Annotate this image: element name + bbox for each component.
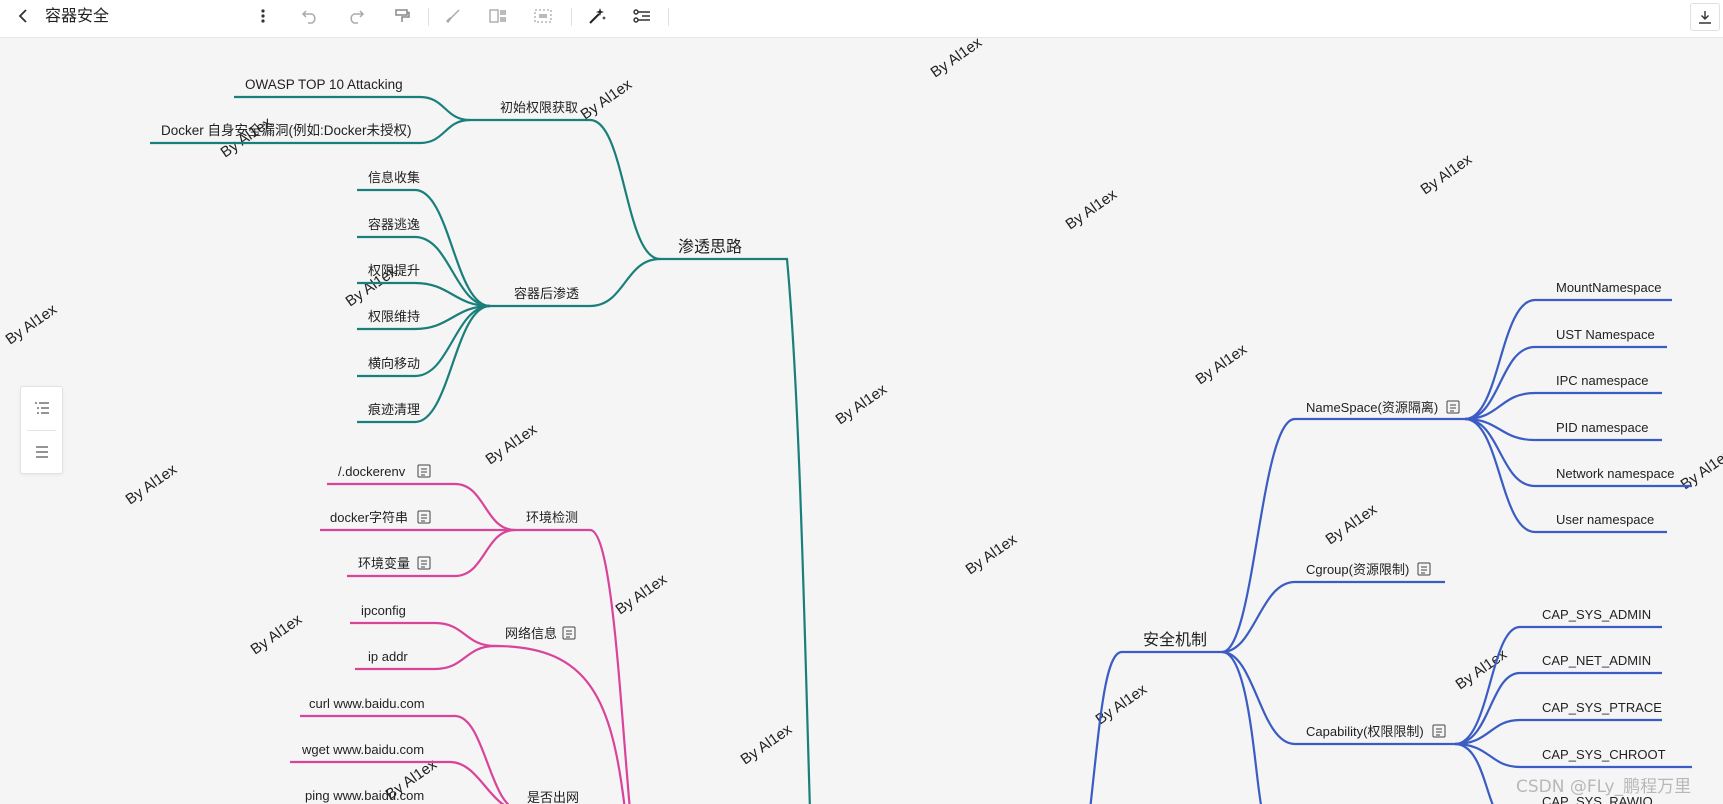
node-persistence[interactable]: 权限维持: [368, 309, 420, 324]
node-docker-string[interactable]: docker字符串: [330, 510, 408, 525]
connector: [1454, 718, 1662, 746]
node-curl[interactable]: curl www.baidu.com: [309, 696, 425, 711]
connector: [494, 644, 626, 804]
connector: [234, 95, 471, 122]
node-cap-net-admin[interactable]: CAP_NET_ADMIN: [1542, 653, 1651, 668]
node-pid-namespace[interactable]: PID namespace: [1556, 420, 1649, 435]
connector: [1464, 298, 1672, 421]
watermark: By Al1ex: [1323, 501, 1381, 549]
watermark: By Al1ex: [738, 721, 796, 769]
node-ust-namespace[interactable]: UST Namespace: [1556, 327, 1655, 342]
watermark-layer: By Al1ex By Al1ex By Al1ex By Al1ex By A…: [3, 37, 1723, 803]
node-ipconfig[interactable]: ipconfig: [361, 603, 406, 618]
note-icon[interactable]: [1432, 724, 1446, 738]
select-area-icon[interactable]: [529, 0, 557, 32]
node-cgroup[interactable]: Cgroup(资源限制): [1306, 562, 1409, 577]
watermark: By Al1ex: [928, 37, 986, 81]
note-icon[interactable]: [562, 626, 576, 640]
node-info-gathering[interactable]: 信息收集: [368, 170, 420, 185]
node-privilege-escalation[interactable]: 权限提升: [368, 263, 420, 278]
mindmap-canvas[interactable]: By Al1ex By Al1ex By Al1ex By Al1ex By A…: [0, 37, 1723, 804]
structure-icon[interactable]: [628, 0, 656, 32]
node-dockerenv[interactable]: /.dockerenv: [338, 464, 406, 479]
watermark: By Al1ex: [1063, 186, 1121, 234]
connector: [350, 621, 496, 648]
document-title: 容器安全: [45, 6, 110, 25]
note-icon[interactable]: [417, 556, 431, 570]
redo-icon[interactable]: [342, 0, 370, 32]
node-cap-sys-ptrace[interactable]: CAP_SYS_PTRACE: [1542, 700, 1662, 715]
more-vertical-icon[interactable]: [250, 0, 276, 32]
note-icon[interactable]: [1446, 400, 1460, 414]
node-container-escape[interactable]: 容器逃逸: [368, 217, 420, 232]
note-icon[interactable]: [417, 510, 431, 524]
node-docker-vuln[interactable]: Docker 自身安全漏洞(例如:Docker未授权): [161, 122, 412, 138]
branch-pentest: [150, 95, 811, 804]
node-ping[interactable]: ping www.baidu.com: [305, 788, 424, 803]
watermark: By Al1ex: [613, 571, 671, 619]
connector: [1454, 742, 1494, 804]
connector: [1464, 391, 1662, 421]
connector: [589, 257, 661, 308]
connector: [589, 528, 631, 804]
brush-icon[interactable]: [439, 0, 467, 32]
layout-icon[interactable]: [484, 0, 512, 32]
node-trace-cleanup[interactable]: 痕迹清理: [368, 402, 420, 417]
node-user-namespace[interactable]: User namespace: [1556, 512, 1654, 527]
node-cap-sys-chroot[interactable]: CAP_SYS_CHROOT: [1542, 747, 1666, 762]
node-env-vars[interactable]: 环境变量: [358, 556, 410, 571]
node-lateral-movement[interactable]: 横向移动: [368, 356, 420, 371]
watermark: By Al1ex: [578, 76, 636, 124]
node-owasp[interactable]: OWASP TOP 10 Attacking: [245, 77, 403, 92]
credit-watermark: CSDN @FLy_鹏程万里: [1516, 777, 1692, 797]
download-icon[interactable]: [1690, 3, 1720, 31]
watermark: By Al1ex: [1418, 151, 1476, 199]
undo-icon[interactable]: [296, 0, 324, 32]
connector: [1454, 625, 1662, 746]
connector: [1089, 650, 1222, 804]
toolbar: 容器安全: [0, 0, 1723, 38]
node-namespace[interactable]: NameSpace(资源隔离): [1306, 400, 1438, 415]
ai-magic-icon[interactable]: [583, 0, 611, 32]
toolbar-separator: [428, 8, 429, 26]
node-capability[interactable]: Capability(权限限制): [1306, 724, 1424, 739]
connector: [1221, 580, 1445, 654]
watermark: By Al1ex: [483, 421, 541, 469]
node-ip-addr[interactable]: ip addr: [368, 649, 408, 664]
toolbar-separator: [668, 8, 669, 26]
node-ipc-namespace[interactable]: IPC namespace: [1556, 373, 1649, 388]
watermark: By Al1ex: [1193, 341, 1251, 389]
node-security-root[interactable]: 安全机制: [1143, 631, 1207, 649]
watermark: By Al1ex: [963, 531, 1021, 579]
node-cap-sys-admin[interactable]: CAP_SYS_ADMIN: [1542, 607, 1651, 622]
watermark: By Al1ex: [3, 301, 61, 349]
node-wget[interactable]: wget www.baidu.com: [301, 742, 424, 757]
node-post-exploit[interactable]: 容器后渗透: [514, 286, 579, 301]
connector: [1221, 650, 1262, 804]
back-icon[interactable]: [10, 0, 38, 32]
watermark: By Al1ex: [123, 461, 181, 509]
toolbar-separator: [571, 8, 572, 26]
format-painter-icon[interactable]: [388, 0, 416, 32]
node-outbound[interactable]: 是否出网: [527, 790, 579, 804]
connector: [660, 257, 811, 804]
node-env-check[interactable]: 环境检测: [526, 510, 578, 525]
note-icon[interactable]: [1417, 562, 1431, 576]
watermark: By Al1ex: [248, 611, 306, 659]
watermark: By Al1ex: [833, 381, 891, 429]
node-net-info[interactable]: 网络信息: [505, 626, 557, 641]
node-network-namespace[interactable]: Network namespace: [1556, 466, 1675, 481]
node-mount-namespace[interactable]: MountNamespace: [1556, 280, 1662, 295]
note-icon[interactable]: [417, 464, 431, 478]
node-initial-access[interactable]: 初始权限获取: [500, 100, 578, 115]
connector: [589, 118, 661, 261]
node-pentest-root[interactable]: 渗透思路: [678, 238, 742, 256]
